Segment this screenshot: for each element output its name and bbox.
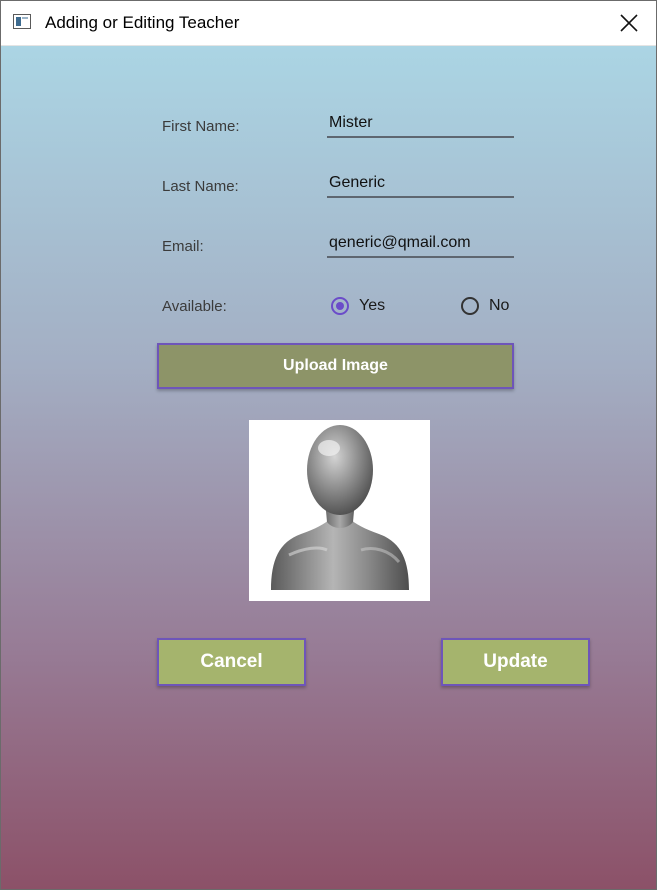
available-no-label: No [489, 297, 510, 314]
teacher-photo [249, 420, 430, 601]
window-title: Adding or Editing Teacher [45, 13, 240, 32]
generic-user-avatar-icon [271, 425, 409, 590]
upload-image-button[interactable]: Upload Image [157, 343, 514, 389]
close-icon [620, 14, 638, 32]
last-name-field[interactable] [327, 170, 514, 198]
app-window-icon [13, 14, 31, 29]
radio-checked-icon [331, 297, 349, 315]
first-name-label: First Name: [162, 118, 240, 135]
title-bar: Adding or Editing Teacher [1, 1, 656, 46]
available-no-radio[interactable]: No [461, 297, 509, 315]
close-button[interactable] [602, 1, 656, 45]
email-field[interactable] [327, 230, 514, 258]
email-label: Email: [162, 238, 204, 255]
available-label: Available: [162, 298, 227, 315]
first-name-field[interactable] [327, 110, 514, 138]
cancel-button[interactable]: Cancel [157, 638, 306, 686]
available-yes-label: Yes [359, 297, 386, 314]
radio-unchecked-icon [461, 297, 479, 315]
available-yes-radio[interactable]: Yes [331, 297, 385, 315]
teacher-dialog-window: Adding or Editing Teacher First Name: La… [0, 0, 657, 890]
form-panel: First Name: Last Name: Email: Available:… [1, 46, 656, 889]
last-name-label: Last Name: [162, 178, 239, 195]
update-button[interactable]: Update [441, 638, 590, 686]
